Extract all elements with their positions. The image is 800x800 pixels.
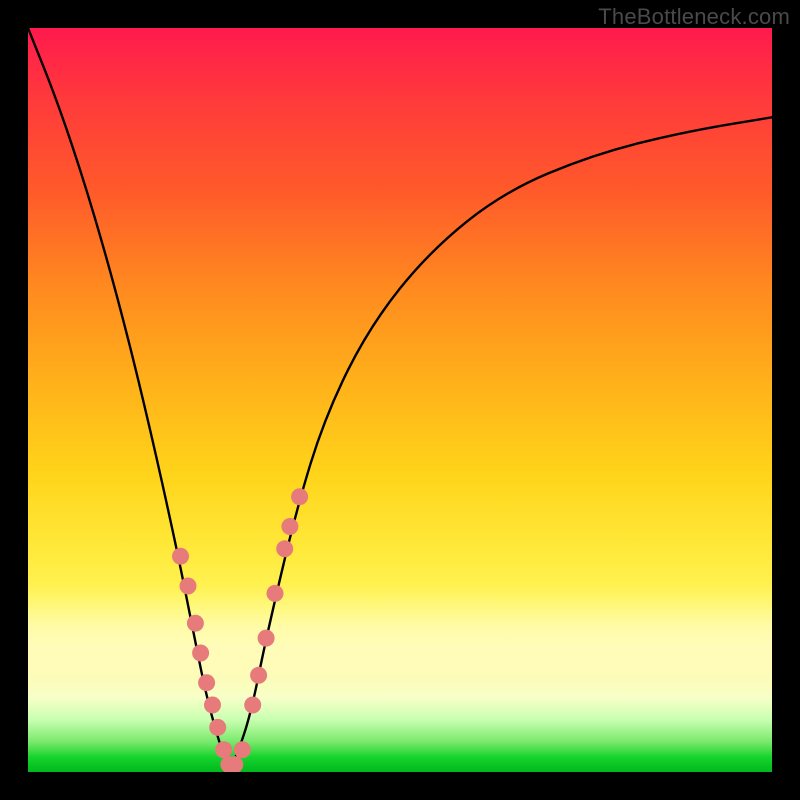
highlight-dot [204,697,221,714]
highlight-dot [291,488,308,505]
highlight-dot [187,615,204,632]
highlight-dot [172,548,189,565]
bottleneck-curve [28,28,772,765]
highlight-dot [215,741,232,758]
highlight-dot [276,540,293,557]
plot-area [28,28,772,772]
highlight-dot [258,630,275,647]
highlight-dot [234,741,251,758]
highlight-dot [198,674,215,691]
highlight-dots-group [172,488,308,772]
chart-frame: TheBottleneck.com [0,0,800,800]
highlight-dot [281,518,298,535]
highlight-dot [192,645,209,662]
watermark-text: TheBottleneck.com [598,4,790,30]
highlight-dot [244,697,261,714]
highlight-dot [250,667,267,684]
highlight-dot [267,585,284,602]
highlight-dot [209,719,226,736]
highlight-dot [180,578,197,595]
curve-layer [28,28,772,772]
